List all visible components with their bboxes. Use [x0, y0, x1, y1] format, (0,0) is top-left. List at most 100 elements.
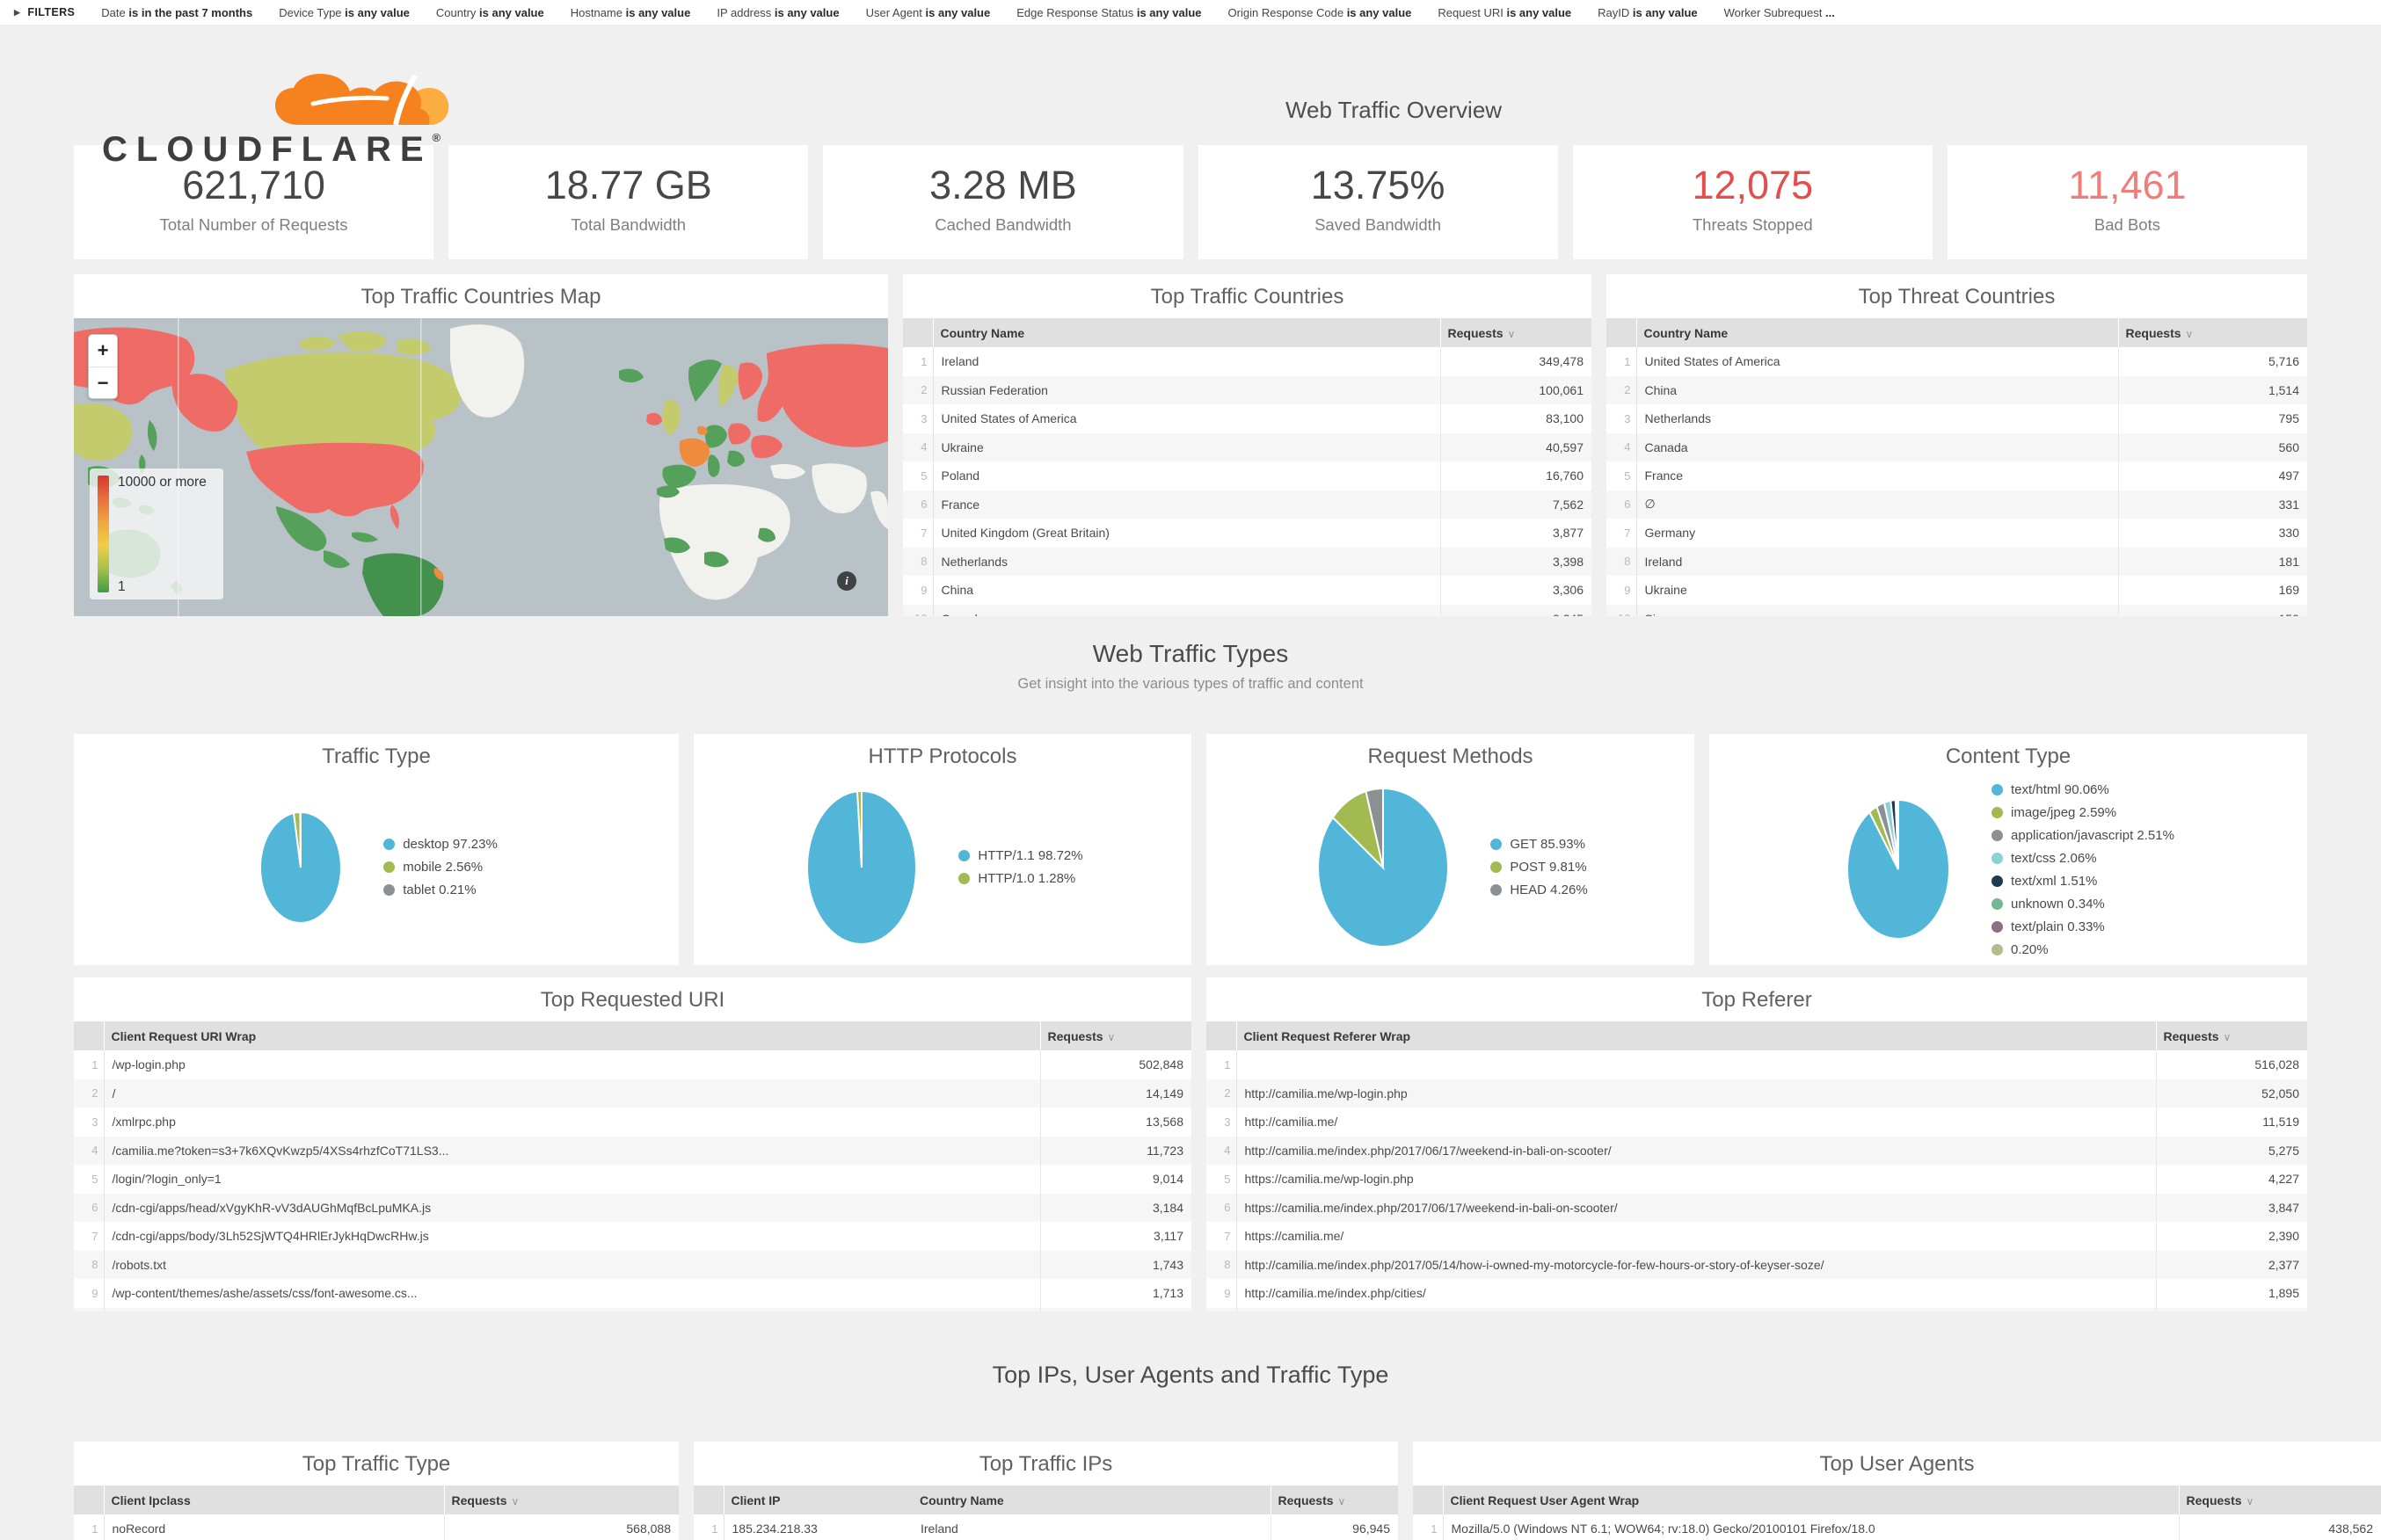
table-row[interactable]: 1Ireland349,478 [903, 347, 1591, 376]
filter-item[interactable]: Edge Response Status is any value [1016, 6, 1201, 19]
table-row[interactable]: 2http://camilia.me/wp-login.php52,050 [1206, 1079, 2307, 1108]
table-row[interactable]: 8Ireland181 [1606, 548, 2307, 577]
column-header-requests[interactable]: Requests∨ [1271, 1486, 1398, 1515]
zoom-out-button[interactable]: − [89, 367, 117, 398]
column-header-client-ip[interactable]: Client IP [724, 1486, 913, 1515]
table-row[interactable]: 1Mozilla/5.0 (Windows NT 6.1; WOW64; rv:… [1413, 1515, 2381, 1540]
legend-item-text-css[interactable]: text/css 2.06% [1991, 846, 2174, 869]
table-row[interactable]: 9/wp-content/themes/ashe/assets/css/font… [74, 1279, 1191, 1308]
column-header-requests[interactable]: Requests∨ [2179, 1486, 2381, 1515]
column-header-requests[interactable]: Requests∨ [1440, 318, 1591, 347]
zoom-in-button[interactable]: + [89, 335, 117, 367]
table-row[interactable]: 2China1,514 [1606, 376, 2307, 405]
filter-item[interactable]: RayID is any value [1598, 6, 1697, 19]
table-row[interactable]: 4/camilia.me?token=s3+7k6XQvKwzp5/4XSs4r… [74, 1137, 1191, 1166]
table-row[interactable]: 10http://camilia.me/index.php/about/1,47… [1206, 1308, 2307, 1312]
table-row[interactable]: 4Canada560 [1606, 433, 2307, 462]
sort-desc-icon[interactable]: ∨ [1508, 328, 1516, 340]
column-header-client-ipclass[interactable]: Client Ipclass [104, 1486, 444, 1515]
filter-item[interactable]: Origin Response Code is any value [1228, 6, 1412, 19]
table-row[interactable]: 5https://camilia.me/wp-login.php4,227 [1206, 1165, 2307, 1194]
table-row[interactable]: 6∅331 [1606, 490, 2307, 519]
column-header-requests[interactable]: Requests∨ [2118, 318, 2307, 347]
table-row[interactable]: 7Germany330 [1606, 519, 2307, 548]
table-row[interactable]: 5Poland16,760 [903, 461, 1591, 490]
table-row[interactable]: 5France497 [1606, 461, 2307, 490]
table-row[interactable]: 9http://camilia.me/index.php/cities/1,89… [1206, 1279, 2307, 1308]
legend-item-unknown[interactable]: unknown 0.34% [1991, 892, 2174, 915]
filter-item[interactable]: Worker Subrequest ... [1724, 6, 1835, 19]
table-row[interactable]: 2/14,149 [74, 1079, 1191, 1108]
table-row[interactable]: 1United States of America5,716 [1606, 347, 2307, 376]
legend-item-http-1-1[interactable]: HTTP/1.1 98.72% [958, 845, 1082, 868]
table-row[interactable]: 3Netherlands795 [1606, 404, 2307, 433]
legend-item-image-jpeg[interactable]: image/jpeg 2.59% [1991, 801, 2174, 824]
table-row[interactable]: 3United States of America83,100 [903, 404, 1591, 433]
column-header-requests[interactable]: Requests∨ [444, 1486, 679, 1515]
table-row[interactable]: 8http://camilia.me/index.php/2017/05/14/… [1206, 1251, 2307, 1280]
table-row[interactable]: 10/wp-content/themes/ashe/style.css?ver=… [74, 1308, 1191, 1312]
legend-item-get[interactable]: GET 85.93% [1490, 833, 1587, 856]
table-row[interactable]: 9China3,306 [903, 576, 1591, 605]
world-map[interactable]: + − 10000 or more 1 i [74, 318, 888, 616]
legend-item-text-html[interactable]: text/html 90.06% [1991, 778, 2174, 801]
info-icon[interactable]: i [837, 571, 856, 591]
filter-item[interactable]: Country is any value [436, 6, 544, 19]
legend-item-mobile[interactable]: mobile 2.56% [383, 856, 498, 879]
column-header-requests[interactable]: Requests∨ [1040, 1021, 1191, 1050]
column-header-requests[interactable]: Requests∨ [2156, 1021, 2307, 1050]
pie-slice-tablet[interactable] [301, 812, 302, 868]
legend-item-post[interactable]: POST 9.81% [1490, 856, 1587, 879]
legend-item-tablet[interactable]: tablet 0.21% [383, 879, 498, 902]
sort-desc-icon[interactable]: ∨ [2246, 1495, 2254, 1507]
table-row[interactable]: 8Netherlands3,398 [903, 548, 1591, 577]
table-row[interactable]: 6France7,562 [903, 490, 1591, 519]
table-row[interactable]: 6https://camilia.me/index.php/2017/06/17… [1206, 1194, 2307, 1223]
sort-desc-icon[interactable]: ∨ [1108, 1031, 1116, 1043]
table-row[interactable]: 9Ukraine169 [1606, 576, 2307, 605]
table-row[interactable]: 6/cdn-cgi/apps/head/xVgyKhR-vV3dAUGhMqfB… [74, 1194, 1191, 1223]
table-row[interactable]: 4Ukraine40,597 [903, 433, 1591, 462]
sort-desc-icon[interactable]: ∨ [512, 1495, 520, 1507]
filter-item[interactable]: IP address is any value [717, 6, 839, 19]
legend-item-desktop[interactable]: desktop 97.23% [383, 833, 498, 856]
legend-item-text-plain[interactable]: text/plain 0.33% [1991, 915, 2174, 938]
cell-requests: 2,390 [2156, 1222, 2307, 1251]
table-row[interactable]: 5/login/?login_only=19,014 [74, 1165, 1191, 1194]
table-row[interactable]: 1185.234.218.33Ireland96,945 [694, 1515, 1398, 1540]
column-header-client-request-referer-wrap[interactable]: Client Request Referer Wrap [1236, 1021, 2156, 1050]
table-row[interactable]: 7United Kingdom (Great Britain)3,877 [903, 519, 1591, 548]
table-row[interactable]: 3http://camilia.me/11,519 [1206, 1108, 2307, 1137]
table-row[interactable]: 10Canada2,245 [903, 605, 1591, 617]
table-row[interactable]: 8/robots.txt1,743 [74, 1251, 1191, 1280]
sort-desc-icon[interactable]: ∨ [2224, 1031, 2232, 1043]
table-row[interactable]: 4http://camilia.me/index.php/2017/06/17/… [1206, 1137, 2307, 1166]
column-header-country-name[interactable]: Country Name [913, 1486, 1271, 1515]
table-row[interactable]: 7/cdn-cgi/apps/body/3Lh52SjWTQ4HRlErJykH… [74, 1222, 1191, 1251]
pie-slice-other[interactable] [1897, 800, 1898, 869]
sort-desc-icon[interactable]: ∨ [1338, 1495, 1346, 1507]
table-row[interactable]: 7https://camilia.me/2,390 [1206, 1222, 2307, 1251]
legend-item-text-xml[interactable]: text/xml 1.51% [1991, 869, 2174, 892]
legend-item-head[interactable]: HEAD 4.26% [1490, 879, 1587, 902]
table-row[interactable]: 2Russian Federation100,061 [903, 376, 1591, 405]
table-row[interactable]: 10Singapore159 [1606, 605, 2307, 617]
filter-item[interactable]: Hostname is any value [571, 6, 691, 19]
table-row[interactable]: 1516,028 [1206, 1050, 2307, 1079]
table-row[interactable]: 1/wp-login.php502,848 [74, 1050, 1191, 1079]
legend-item-application-javascript[interactable]: application/javascript 2.51% [1991, 824, 2174, 846]
filter-item[interactable]: User Agent is any value [866, 6, 991, 19]
filters-toggle[interactable]: ▶ FILTERS [14, 6, 75, 18]
column-header-client-request-uri-wrap[interactable]: Client Request URI Wrap [104, 1021, 1040, 1050]
filter-item[interactable]: Date is in the past 7 months [101, 6, 252, 19]
filter-item[interactable]: Device Type is any value [279, 6, 410, 19]
column-header-country-name[interactable]: Country Name [1636, 318, 2118, 347]
table-row[interactable]: 1noRecord568,088 [74, 1515, 679, 1540]
legend-item-http-1-0[interactable]: HTTP/1.0 1.28% [958, 868, 1082, 890]
filter-item[interactable]: Request URI is any value [1438, 6, 1571, 19]
column-header-client-request-user-agent-wrap[interactable]: Client Request User Agent Wrap [1443, 1486, 2179, 1515]
legend-item-other[interactable]: 0.20% [1991, 938, 2174, 961]
table-row[interactable]: 3/xmlrpc.php13,568 [74, 1108, 1191, 1137]
sort-desc-icon[interactable]: ∨ [2186, 328, 2194, 340]
column-header-country-name[interactable]: Country Name [933, 318, 1440, 347]
